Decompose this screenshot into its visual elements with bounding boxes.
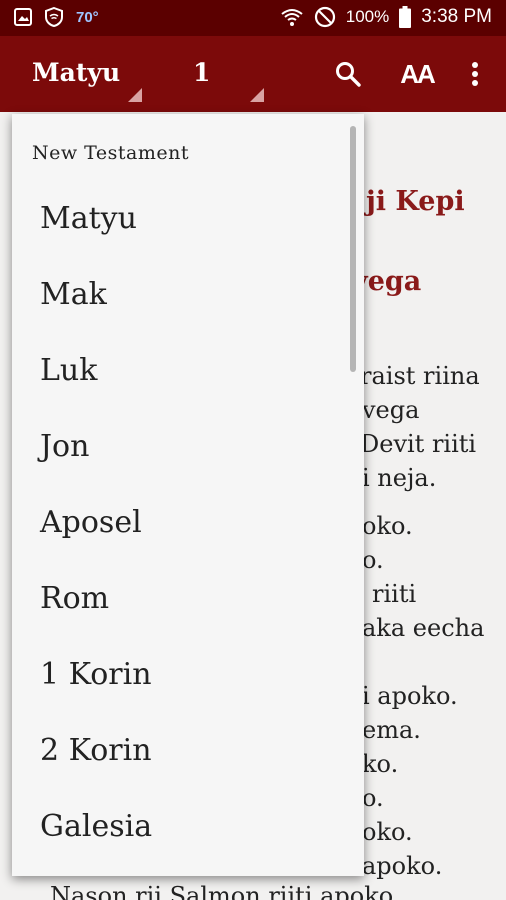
verse-text: aka eecha [362, 614, 485, 642]
shield-wifi-icon [44, 7, 64, 27]
text-size-icon: AA [400, 58, 436, 89]
gallery-icon [14, 8, 32, 26]
book-dropdown-indicator [128, 88, 142, 102]
verse-text: ko. [362, 750, 399, 778]
chapter-heading-fragment: ji Kepi [366, 186, 465, 217]
verse-text: Devit riiti [360, 430, 477, 458]
search-icon [336, 62, 361, 87]
verse-text: vega [362, 396, 420, 424]
verse-text: raist riina [360, 362, 480, 390]
book-selector[interactable]: Matyu [32, 58, 120, 87]
section-header: New Testament [32, 142, 189, 164]
search-button[interactable] [330, 56, 366, 92]
do-not-disturb-icon [314, 6, 336, 28]
book-item[interactable]: Galesia [12, 788, 352, 864]
wifi-icon [280, 7, 304, 27]
status-bar: 70° 100% 3:38 PM [0, 0, 506, 36]
book-item[interactable]: Jon [12, 408, 352, 484]
verse-text: i apoko. [362, 682, 458, 710]
verse-text: Nason rii Salmon riiti apoko. [50, 882, 401, 900]
battery-percent: 100% [345, 7, 390, 26]
verse-text: oko. [362, 512, 413, 540]
chapter-selector[interactable]: 1 [193, 58, 210, 87]
book-item[interactable]: Mak [12, 256, 352, 332]
verse-text: riiti [372, 580, 417, 608]
book-dropdown-menu[interactable]: New Testament Matyu Mak Luk Jon Aposel R… [12, 114, 364, 876]
book-item[interactable]: Aposel [12, 484, 352, 560]
book-item[interactable]: Luk [12, 332, 352, 408]
verse-text: o. [362, 784, 384, 812]
book-item[interactable]: Matyu [12, 180, 352, 256]
book-item[interactable]: Rom [12, 560, 352, 636]
clock-time: 3:38 PM [421, 6, 492, 27]
more-options-button[interactable] [458, 56, 492, 92]
app-bar: Matyu 1 AA [0, 36, 506, 112]
verse-text: o. [362, 546, 384, 574]
battery-icon [399, 6, 412, 28]
verse-text: i neja. [362, 464, 437, 492]
verse-text: apoko. [362, 852, 443, 880]
chapter-dropdown-indicator [250, 88, 264, 102]
verse-text: oko. [362, 818, 413, 846]
more-vert-icon [472, 62, 478, 86]
text-size-button[interactable]: AA [396, 56, 438, 92]
book-item[interactable]: 2 Korin [12, 712, 352, 788]
book-item[interactable]: 1 Korin [12, 636, 352, 712]
temperature-text: 70° [76, 8, 99, 26]
verse-text: ema. [362, 716, 421, 744]
